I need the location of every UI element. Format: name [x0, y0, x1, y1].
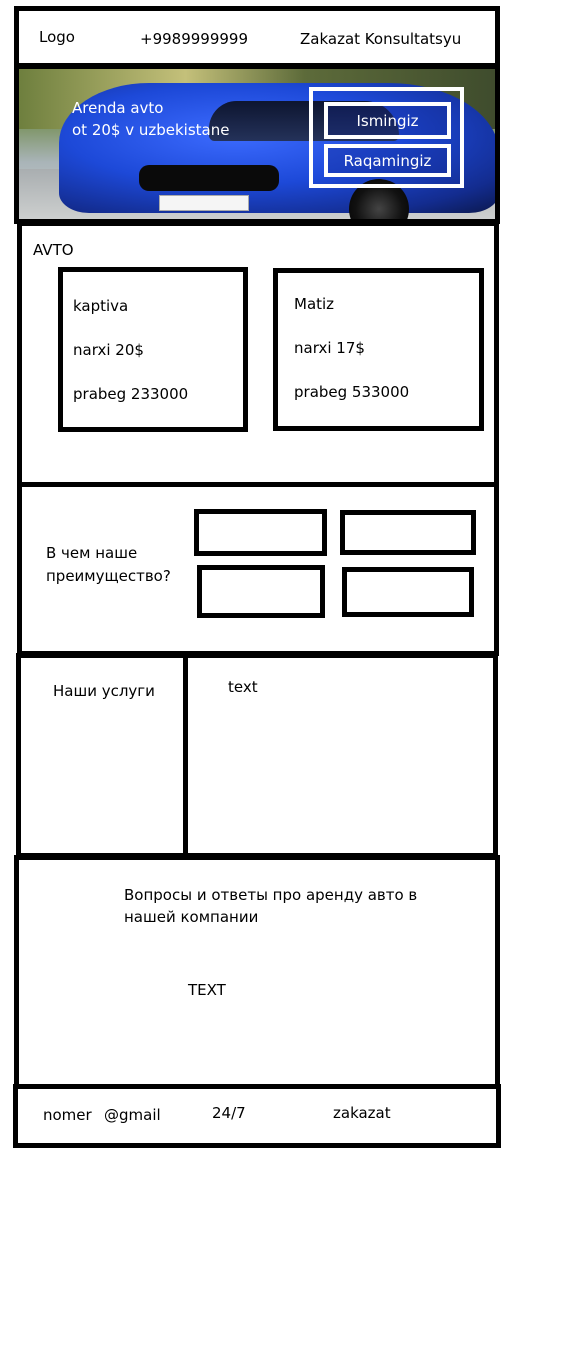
car-price: narxi 17$: [294, 339, 365, 357]
advantage-box: [194, 509, 327, 556]
services-text: text: [228, 678, 258, 696]
hero-subtitle: ot 20$ v uzbekistane: [72, 121, 230, 139]
phone-input[interactable]: [324, 144, 451, 177]
avto-title: AVTO: [33, 241, 74, 259]
order-consultation-link[interactable]: Zakazat Konsultatsyu: [300, 30, 461, 48]
faq-title-line2: нашей компании: [124, 908, 259, 926]
logo[interactable]: Logo: [39, 28, 75, 46]
car-mileage: prabeg 233000: [73, 385, 189, 403]
hero-title: Arenda avto: [72, 99, 164, 117]
advantages-title-line2: преимущество?: [46, 567, 171, 585]
car-price: narxi 20$: [73, 341, 144, 359]
footer-order-link[interactable]: zakazat: [333, 1104, 391, 1122]
car-name: Matiz: [294, 295, 335, 313]
services-title: Наши услуги: [53, 682, 155, 700]
car-mileage: prabeg 533000: [294, 383, 410, 401]
faq-text: TEXT: [188, 981, 226, 999]
faq-title-line1: Вопросы и ответы про аренду авто в: [124, 886, 418, 904]
services-divider: [183, 653, 188, 858]
car-plate: [159, 195, 249, 211]
footer-hours: 24/7: [212, 1104, 246, 1122]
footer-phone[interactable]: nomer: [43, 1106, 92, 1124]
advantage-box: [342, 567, 474, 617]
header-phone[interactable]: +9989999999: [140, 30, 248, 48]
advantages-title-line1: В чем наше: [46, 544, 138, 562]
advantage-box: [197, 565, 325, 618]
car-grille: [139, 165, 279, 191]
footer-email[interactable]: @gmail: [104, 1106, 161, 1124]
name-input[interactable]: [324, 102, 451, 139]
advantage-box: [340, 510, 476, 555]
car-name: kaptiva: [73, 297, 129, 315]
